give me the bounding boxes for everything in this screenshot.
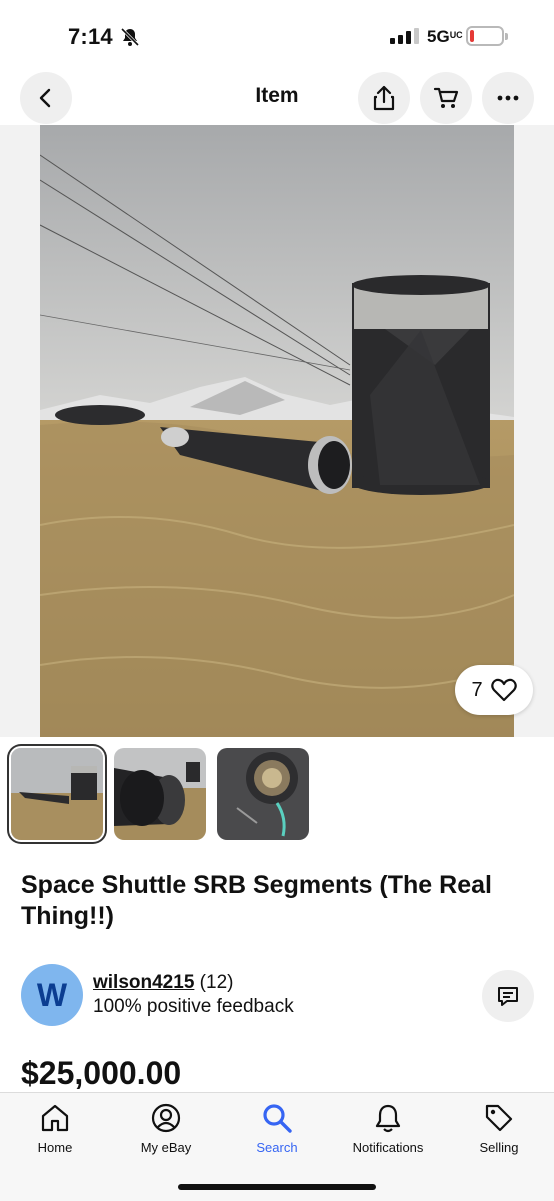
listing-title: Space Shuttle SRB Segments (The Real Thi… xyxy=(21,871,492,930)
bell-icon xyxy=(375,1104,401,1133)
seller-rating-count: (12) xyxy=(199,972,234,993)
thumbnail-3[interactable] xyxy=(217,748,309,840)
tab-home[interactable]: Home xyxy=(0,1100,110,1155)
tab-selling[interactable]: Selling xyxy=(444,1100,554,1155)
main-photo[interactable] xyxy=(40,125,514,737)
tab-my-ebay[interactable]: My eBay xyxy=(111,1100,221,1155)
heart-icon xyxy=(490,678,517,702)
thumbnail-1[interactable] xyxy=(11,748,103,840)
battery-tip xyxy=(505,33,508,40)
seller-info: wilson4215 (12) xyxy=(93,972,233,994)
tab-search-label: Search xyxy=(256,1140,298,1155)
share-button[interactable] xyxy=(358,72,410,124)
tab-my-ebay-label: My eBay xyxy=(140,1140,192,1155)
seller-username-link[interactable]: wilson4215 xyxy=(93,972,194,993)
share-icon xyxy=(373,85,395,111)
seller-avatar[interactable]: W xyxy=(21,964,83,1026)
tab-search[interactable]: Search xyxy=(222,1100,332,1155)
status-time: 7:14 xyxy=(68,24,113,49)
favorites-count: 7 xyxy=(471,678,483,701)
tab-notifications[interactable]: Notifications xyxy=(333,1100,443,1155)
home-icon xyxy=(41,1104,69,1132)
search-icon xyxy=(263,1104,292,1133)
battery-icon xyxy=(466,26,504,46)
more-button[interactable] xyxy=(482,72,534,124)
tag-icon xyxy=(485,1104,513,1132)
more-icon xyxy=(497,95,519,101)
profile-icon xyxy=(151,1103,181,1133)
tab-notifications-label: Notifications xyxy=(352,1140,424,1155)
signal-icon xyxy=(390,28,419,44)
cart-icon xyxy=(433,87,459,108)
tab-selling-label: Selling xyxy=(479,1140,519,1155)
network-label: 5GUC xyxy=(427,27,463,46)
cart-button[interactable] xyxy=(420,72,472,124)
tab-home-label: Home xyxy=(37,1140,73,1155)
thumbnail-2[interactable] xyxy=(114,748,206,840)
message-icon xyxy=(498,987,518,1006)
watch-button[interactable]: 7 xyxy=(455,665,533,715)
home-indicator xyxy=(178,1184,376,1190)
message-seller-button[interactable] xyxy=(482,970,534,1022)
silent-bell-icon xyxy=(120,27,140,52)
seller-feedback: 100% positive feedback xyxy=(93,996,294,1017)
listing-price: $25,000.00 xyxy=(21,1055,182,1091)
